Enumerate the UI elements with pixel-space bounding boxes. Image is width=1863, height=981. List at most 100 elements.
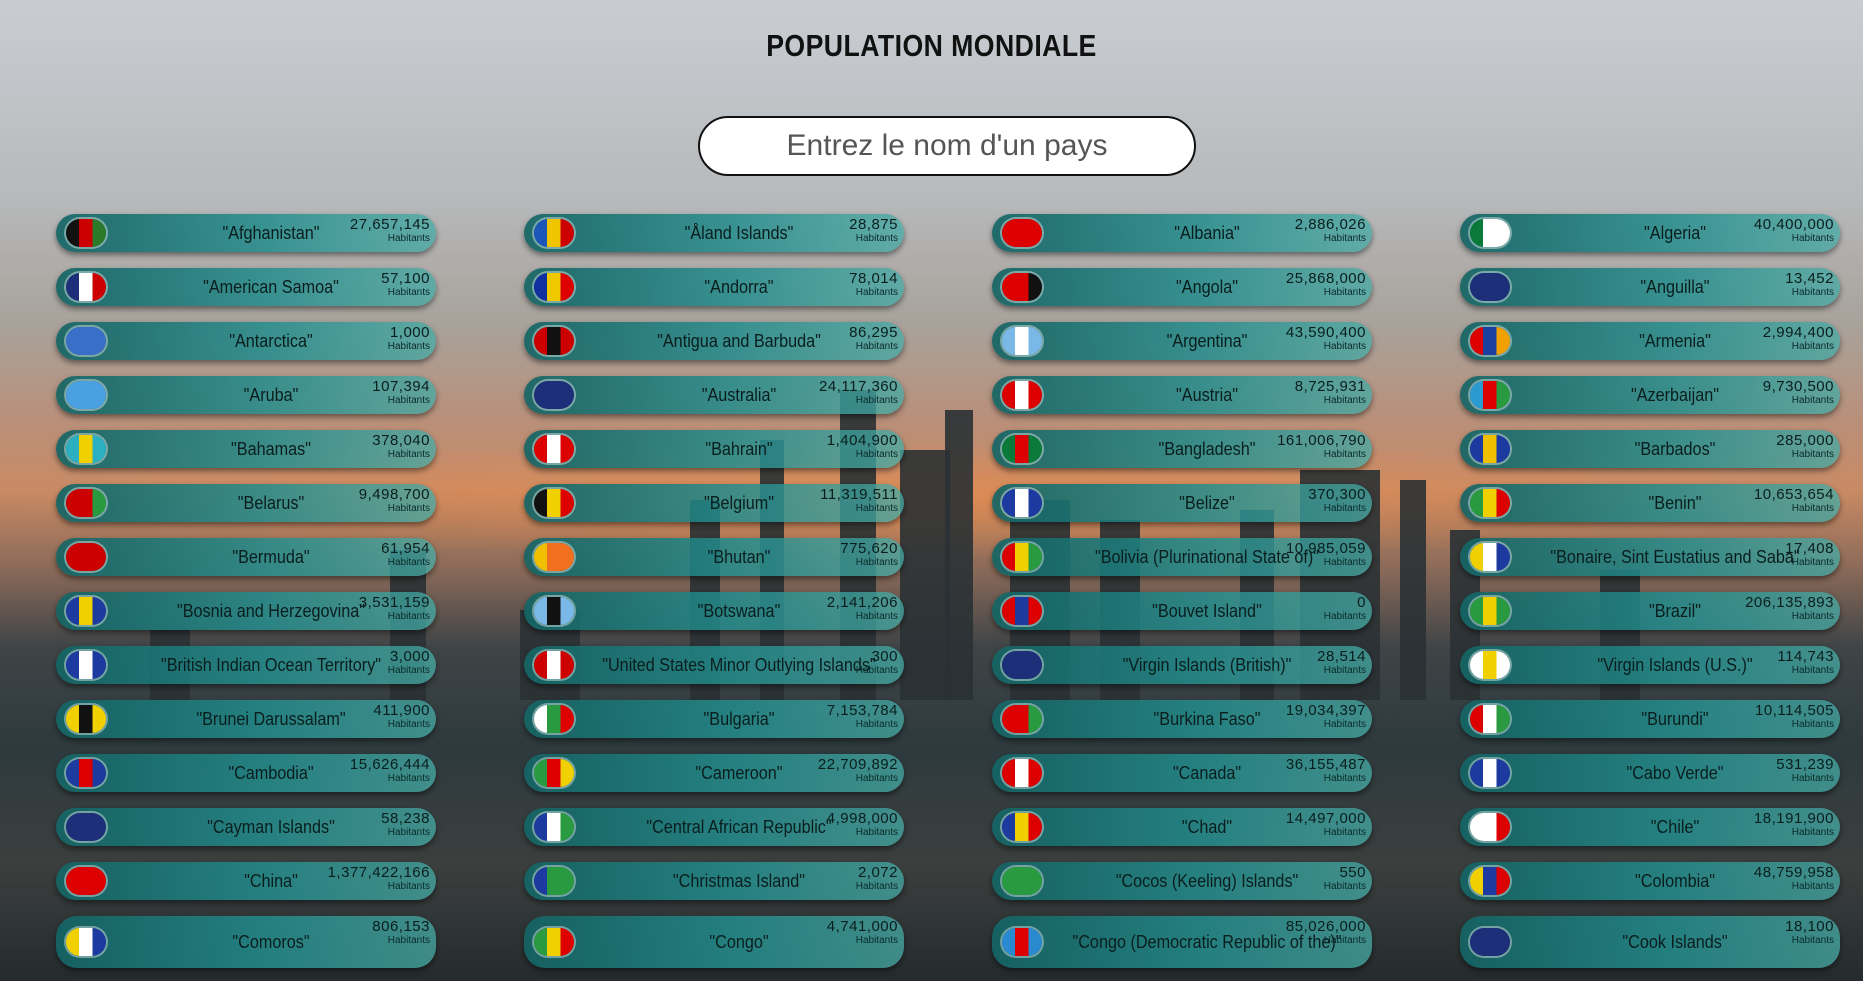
population-unit-label: Habitants — [1323, 395, 1366, 406]
country-card[interactable]: "Canada" 36,155,487 Habitants — [992, 754, 1372, 792]
country-card[interactable]: "United States Minor Outlying Islands" 30… — [524, 646, 904, 684]
flag-icon — [534, 435, 574, 463]
population-block: 300 Habitants — [856, 649, 898, 677]
population-value: 378,040 — [372, 432, 430, 449]
country-card[interactable]: "China" 1,377,422,166 Habitants — [56, 862, 436, 900]
country-card[interactable]: "Benin" 10,653,654 Habitants — [1460, 484, 1840, 522]
country-card[interactable]: "Comoros" 806,153 Habitants — [56, 916, 436, 968]
country-card[interactable]: "Bahamas" 378,040 Habitants — [56, 430, 436, 468]
country-card[interactable]: "Albania" 2,886,026 Habitants — [992, 214, 1372, 252]
country-card[interactable]: "Bosnia and Herzegovina" 3,531,159 Habitan… — [56, 592, 436, 630]
country-card[interactable]: "Andorra" 78,014 Habitants — [524, 268, 904, 306]
population-value: 285,000 — [1776, 432, 1834, 449]
population-unit-label: Habitants — [387, 341, 430, 352]
country-card[interactable]: "Anguilla" 13,452 Habitants — [1460, 268, 1840, 306]
country-card[interactable]: "Cayman Islands" 58,238 Habitants — [56, 808, 436, 846]
country-card[interactable]: "Åland Islands" 28,875 Habitants — [524, 214, 904, 252]
population-block: 28,875 Habitants — [849, 217, 898, 245]
flag-icon — [1002, 813, 1042, 841]
population-unit-label: Habitants — [855, 719, 898, 730]
country-card[interactable]: "Brunei Darussalam" 411,900 Habitants — [56, 700, 436, 738]
country-card[interactable]: "Chad" 14,497,000 Habitants — [992, 808, 1372, 846]
population-block: 7,153,784 Habitants — [827, 703, 898, 731]
country-card[interactable]: "Christmas Island" 2,072 Habitants — [524, 862, 904, 900]
population-block: 8,725,931 Habitants — [1295, 379, 1366, 407]
country-name: "Virgin Islands (British)" — [1122, 655, 1292, 675]
population-block: 25,868,000 Habitants — [1286, 271, 1366, 299]
country-card[interactable]: "Algeria" 40,400,000 Habitants — [1460, 214, 1840, 252]
country-card[interactable]: "Armenia" 2,994,400 Habitants — [1460, 322, 1840, 360]
country-card[interactable]: "Argentina" 43,590,400 Habitants — [992, 322, 1372, 360]
country-card[interactable]: "Bouvet Island" 0 Habitants — [992, 592, 1372, 630]
country-card[interactable]: "Austria" 8,725,931 Habitants — [992, 376, 1372, 414]
population-value: 9,498,700 — [358, 486, 430, 503]
population-unit-label: Habitants — [387, 719, 430, 730]
country-card[interactable]: "Antarctica" 1,000 Habitants — [56, 322, 436, 360]
population-unit-label: Habitants — [855, 935, 898, 946]
population-value: 48,759,958 — [1753, 864, 1834, 881]
country-card[interactable]: "Brazil" 206,135,893 Habitants — [1460, 592, 1840, 630]
population-block: 2,072 Habitants — [856, 865, 898, 893]
country-card[interactable]: "Cabo Verde" 531,239 Habitants — [1460, 754, 1840, 792]
country-card[interactable]: "Bhutan" 775,620 Habitants — [524, 538, 904, 576]
country-card[interactable]: "Belarus" 9,498,700 Habitants — [56, 484, 436, 522]
country-card[interactable]: "American Samoa" 57,100 Habitants — [56, 268, 436, 306]
country-card[interactable]: "British Indian Ocean Territory" 3,000 Hab… — [56, 646, 436, 684]
country-card[interactable]: "Colombia" 48,759,958 Habitants — [1460, 862, 1840, 900]
country-card[interactable]: "Burundi" 10,114,505 Habitants — [1460, 700, 1840, 738]
population-value: 17,408 — [1785, 540, 1834, 557]
country-card[interactable]: "Afghanistan" 27,657,145 Habitants — [56, 214, 436, 252]
country-card[interactable]: "Central African Republic" 4,998,000 Habit… — [524, 808, 904, 846]
country-name: "Åland Islands" — [684, 223, 794, 243]
country-card[interactable]: "Antigua and Barbuda" 86,295 Habitants — [524, 322, 904, 360]
country-card[interactable]: "Cook Islands" 18,100 Habitants — [1460, 916, 1840, 968]
population-unit-label: Habitants — [387, 233, 430, 244]
country-card[interactable]: "Belgium" 11,319,511 Habitants — [524, 484, 904, 522]
country-card[interactable]: "Virgin Islands (U.S.)" 114,743 Habitants — [1460, 646, 1840, 684]
population-block: 10,985,059 Habitants — [1286, 541, 1366, 569]
population-block: 378,040 Habitants — [372, 433, 430, 461]
country-card[interactable]: "Angola" 25,868,000 Habitants — [992, 268, 1372, 306]
country-card[interactable]: "Congo (Democratic Republic of the)" 85,0… — [992, 916, 1372, 968]
country-card[interactable]: "Cambodia" 15,626,444 Habitants — [56, 754, 436, 792]
population-value: 370,300 — [1308, 486, 1366, 503]
population-block: 10,114,505 Habitants — [1755, 703, 1834, 731]
population-value: 15,626,444 — [349, 756, 430, 773]
country-card[interactable]: "Burkina Faso" 19,034,397 Habitants — [992, 700, 1372, 738]
country-card[interactable]: "Australia" 24,117,360 Habitants — [524, 376, 904, 414]
country-card[interactable]: "Bonaire, Sint Eustatius and Saba" 17,408… — [1460, 538, 1840, 576]
country-card[interactable]: "Virgin Islands (British)" 28,514 Habitant… — [992, 646, 1372, 684]
flag-icon — [1002, 705, 1042, 733]
country-card[interactable]: "Belize" 370,300 Habitants — [992, 484, 1372, 522]
country-card[interactable]: "Bangladesh" 161,006,790 Habitants — [992, 430, 1372, 468]
population-value: 2,072 — [857, 864, 898, 881]
page-title: POPULATION MONDIALE — [766, 28, 1097, 63]
flag-icon — [1002, 273, 1042, 301]
country-card[interactable]: "Botswana" 2,141,206 Habitants — [524, 592, 904, 630]
flag-icon — [534, 813, 574, 841]
country-search-input[interactable] — [698, 116, 1196, 176]
country-card[interactable]: "Bahrain" 1,404,900 Habitants — [524, 430, 904, 468]
flag-icon — [1002, 928, 1042, 956]
flag-icon — [66, 759, 106, 787]
country-card[interactable]: "Barbados" 285,000 Habitants — [1460, 430, 1840, 468]
country-card[interactable]: "Cocos (Keeling) Islands" 550 Habitants — [992, 862, 1372, 900]
population-value: 57,100 — [381, 270, 430, 287]
flag-icon — [534, 928, 574, 956]
country-card[interactable]: "Congo" 4,741,000 Habitants — [524, 916, 904, 968]
population-block: 531,239 Habitants — [1776, 757, 1834, 785]
country-card[interactable]: "Azerbaijan" 9,730,500 Habitants — [1460, 376, 1840, 414]
population-value: 22,709,892 — [817, 756, 898, 773]
population-block: 27,657,145 Habitants — [350, 217, 430, 245]
country-card[interactable]: "Cameroon" 22,709,892 Habitants — [524, 754, 904, 792]
population-block: 10,653,654 Habitants — [1754, 487, 1834, 515]
population-block: 13,452 Habitants — [1785, 271, 1834, 299]
country-card[interactable]: "Bolivia (Plurinational State of)" 10,985… — [992, 538, 1372, 576]
country-card[interactable]: "Bermuda" 61,954 Habitants — [56, 538, 436, 576]
country-card[interactable]: "Bulgaria" 7,153,784 Habitants — [524, 700, 904, 738]
country-name: "Bouvet Island" — [1152, 601, 1262, 621]
population-value: 40,400,000 — [1753, 216, 1834, 233]
population-value: 11,319,511 — [820, 486, 898, 503]
country-card[interactable]: "Aruba" 107,394 Habitants — [56, 376, 436, 414]
country-card[interactable]: "Chile" 18,191,900 Habitants — [1460, 808, 1840, 846]
